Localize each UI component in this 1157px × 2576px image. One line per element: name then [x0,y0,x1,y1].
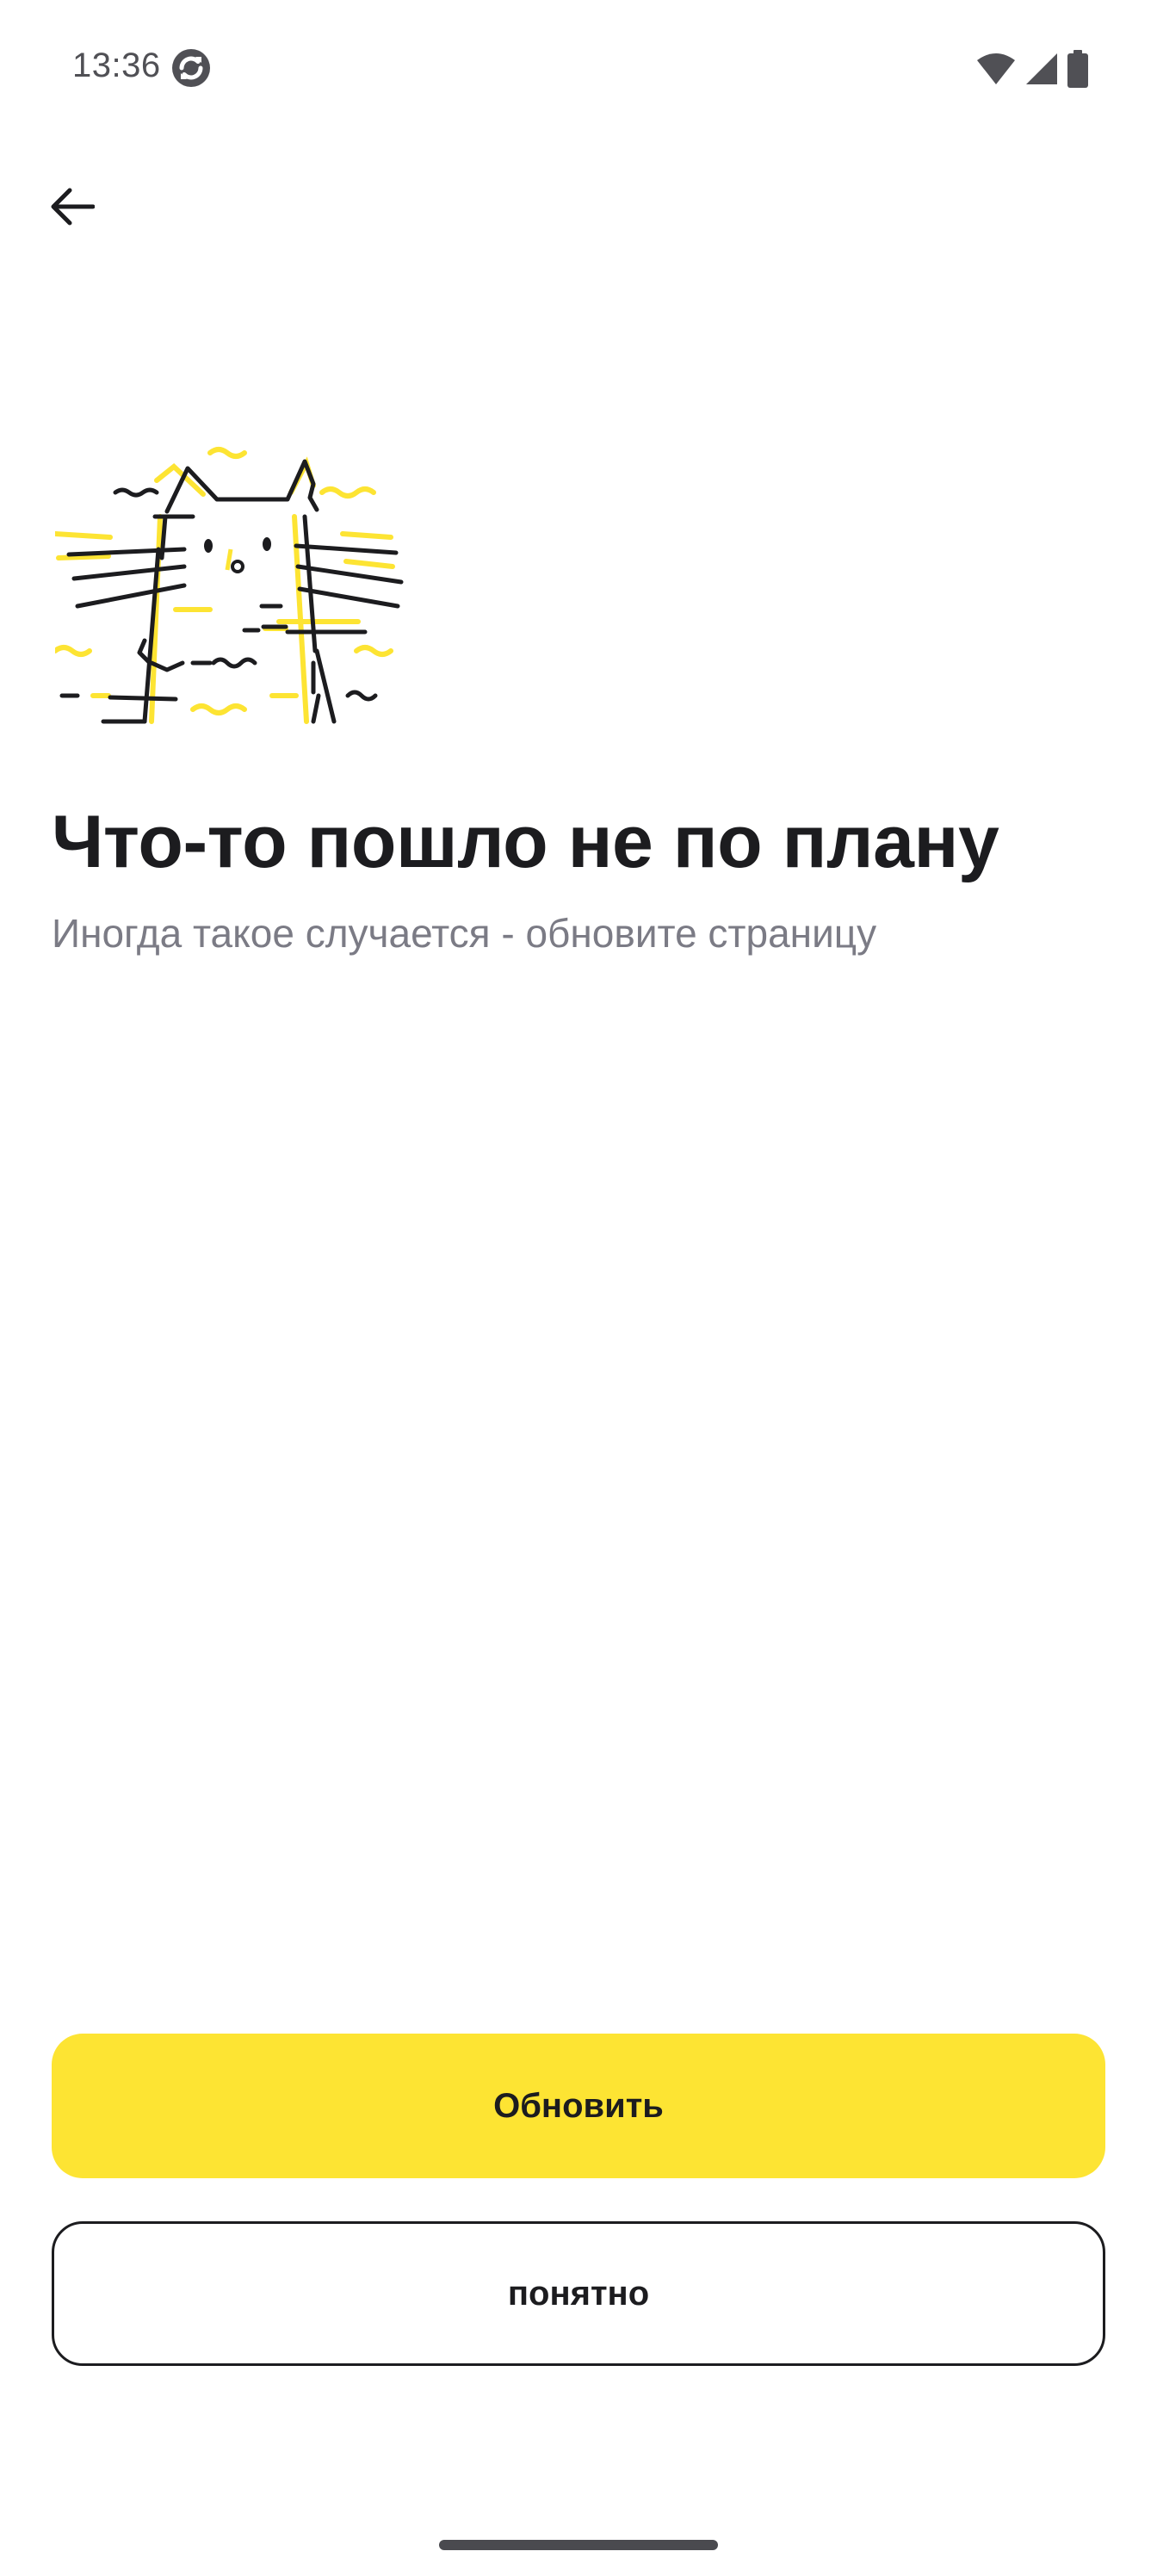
refresh-button-label: Обновить [493,2086,664,2125]
sync-icon [170,46,213,90]
glitched-cat-icon [53,437,417,739]
dismiss-button-label: понятно [507,2274,650,2313]
error-screen: 13:36 Что-то пошло не по плану Иногда та… [0,0,1157,2576]
status-icons [976,48,1088,90]
status-time: 13:36 [72,46,161,84]
dismiss-button[interactable]: понятно [52,2221,1105,2366]
refresh-button[interactable]: Обновить [52,2034,1105,2178]
status-bar: 13:36 [0,0,1157,138]
cell-signal-icon [1024,52,1059,86]
wifi-icon [976,52,1016,86]
home-indicator[interactable] [439,2540,718,2550]
error-subtitle: Иногда такое случается - обновите страни… [52,911,877,956]
arrow-left-icon [50,188,96,230]
battery-icon [1067,50,1088,88]
back-button[interactable] [38,174,107,243]
error-title: Что-то пошло не по плану [52,801,999,883]
